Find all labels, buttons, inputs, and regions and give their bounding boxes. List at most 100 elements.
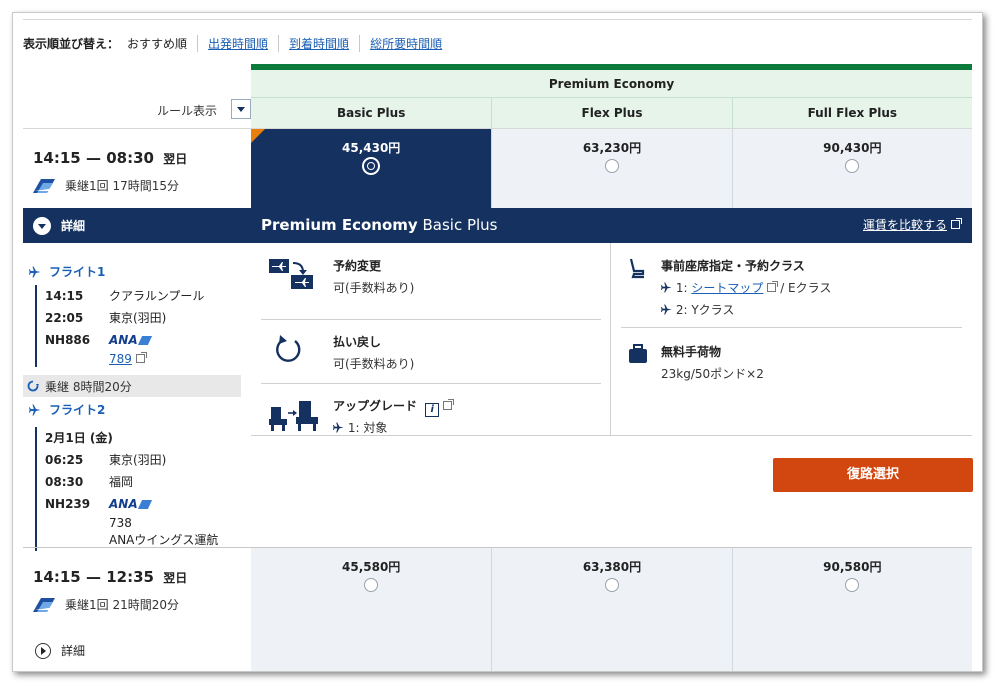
fare-header-basic-plus: Basic Plus xyxy=(336,106,406,120)
rule-display: ルール表示 xyxy=(23,99,251,121)
condition-refund: 払い戻し 可(手数料あり) xyxy=(261,333,601,383)
airplane-icon xyxy=(661,304,672,315)
ana-logo-stripe xyxy=(137,500,152,509)
ana-logo: ANA xyxy=(109,329,152,351)
sort-by-duration-link[interactable]: 総所要時間順 xyxy=(359,34,452,52)
selected-fare-title: Premium Economy Basic Plus xyxy=(261,208,498,243)
fare-radio[interactable] xyxy=(364,578,379,592)
condition-baggage-title: 無料手荷物 xyxy=(661,345,722,359)
details-toggle-label: 詳細 xyxy=(61,644,86,658)
select-return-button[interactable]: 復路選択 xyxy=(773,458,973,492)
sort-by-departure-link[interactable]: 出発時間順 xyxy=(197,34,278,52)
aircraft-link[interactable]: 789 xyxy=(109,351,147,367)
top-divider xyxy=(23,19,972,20)
external-link-icon[interactable] xyxy=(767,281,779,292)
upgrade-seg: 1: xyxy=(347,421,360,435)
condition-divider xyxy=(621,327,962,328)
fare-title-cabin: Premium Economy xyxy=(261,216,418,234)
place: 福岡 xyxy=(109,475,134,489)
seat-seg2: 2: Yクラス xyxy=(675,303,735,317)
segment-2-arrival: 08:30 福岡 xyxy=(45,471,218,493)
price-cell-full-flex-plus[interactable]: 90,580円 xyxy=(731,548,972,671)
time: 08:30 xyxy=(45,475,84,489)
flight-number: NH886 xyxy=(45,333,91,347)
price-cell-flex-plus[interactable]: 63,230円 xyxy=(491,129,732,208)
airline-tail-icon xyxy=(33,178,55,193)
segment-2-body: 2月1日 (金) 06:25 東京(羽田) 08:30 福岡 NH239 ANA… xyxy=(35,427,218,551)
arrive-time: 12:35 xyxy=(106,568,154,586)
place: 東京(羽田) xyxy=(109,311,167,325)
fare-radio-selected[interactable] xyxy=(364,159,379,173)
flight-times-1: 14:15 — 08:30 翌日 xyxy=(33,149,187,167)
flight-times-2: 14:15 — 12:35 翌日 xyxy=(33,568,187,586)
sort-label: 表示順並び替え： xyxy=(23,36,120,51)
price-cell-full-flex-plus[interactable]: 90,430円 xyxy=(731,129,972,208)
fare-header-row: Basic Plus Flex Plus Full Flex Plus xyxy=(251,98,972,128)
arrive-time: 08:30 xyxy=(106,149,154,167)
sort-by-arrival-link[interactable]: 到着時間順 xyxy=(278,34,359,52)
content-area: 表示順並び替え： おすすめ順 出発時間順 到着時間順 総所要時間順 ルール表示 … xyxy=(23,13,973,671)
cabin-header: Premium Economy xyxy=(251,70,972,98)
layover-bar: 乗継 8時間20分 xyxy=(23,375,241,397)
fare-radio[interactable] xyxy=(845,159,860,173)
segment-1-title: フライト1 xyxy=(49,265,106,279)
sort-current: おすすめ順 xyxy=(127,36,188,51)
aircraft-code: 738 xyxy=(109,516,132,530)
external-link-icon[interactable] xyxy=(443,399,455,410)
condition-seat-title: 事前座席指定・予約クラス xyxy=(661,259,805,273)
seat-icon xyxy=(627,257,653,283)
condition-divider xyxy=(261,319,601,320)
price-cell-flex-plus[interactable]: 63,380円 xyxy=(491,548,732,671)
time: 22:05 xyxy=(45,311,84,325)
change-booking-icon xyxy=(269,257,313,293)
fare-title-fare: Basic Plus xyxy=(422,216,498,234)
details-toggle-button-2[interactable]: 詳細 xyxy=(35,642,85,659)
condition-baggage: 無料手荷物 23kg/50ポンド×2 xyxy=(621,343,961,387)
price-cell-basic-plus[interactable]: 45,580円 xyxy=(251,548,492,671)
price-amount: 90,580円 xyxy=(823,560,882,574)
ana-logo: ANA xyxy=(109,493,152,515)
time-dash: — xyxy=(85,149,101,167)
price-amount: 90,430円 xyxy=(823,141,882,155)
seat-map-link[interactable]: シートマップ xyxy=(691,281,763,295)
fare-radio[interactable] xyxy=(604,159,619,173)
fare-conditions: 予約変更 可(手数料あり) 払い戻し 可(手数料あり) アップグレード i 1:… xyxy=(251,243,972,435)
price-cells-1: 45,430円 63,230円 90,430円 xyxy=(251,129,972,208)
fare-conditions-right: 事前座席指定・予約クラス 1: シートマップ / Eクラス 2: Yクラス 無料… xyxy=(611,243,972,435)
flight-info-2: 14:15 — 12:35 翌日 乗継1回 21時間20分 詳細 xyxy=(23,548,251,671)
aircraft-code: 789 xyxy=(109,352,132,366)
flight-row-1: 14:15 — 08:30 翌日 乗継1回 17時間15分 45,430円 63… xyxy=(23,128,972,208)
segment-2-aircraft: 738 xyxy=(45,515,218,531)
time: 14:15 xyxy=(45,289,84,303)
details-toggle-label: 詳細 xyxy=(61,219,86,233)
price-cells-2: 45,580円 63,380円 90,580円 xyxy=(251,548,972,671)
time: 06:25 xyxy=(45,453,84,467)
ana-logo-text: ANA xyxy=(109,497,138,511)
place: 東京(羽田) xyxy=(109,453,167,467)
fare-radio[interactable] xyxy=(845,578,860,592)
ana-logo-stripe xyxy=(137,336,152,345)
connection-summary: 乗継1回 17時間15分 xyxy=(65,179,179,193)
condition-upgrade-text: 1: 対象 xyxy=(333,419,387,436)
price-amount: 45,430円 xyxy=(342,141,401,155)
fare-radio[interactable] xyxy=(604,578,619,592)
details-toggle-button[interactable]: 詳細 xyxy=(23,208,251,243)
compare-fares-link[interactable]: 運賃を比較する xyxy=(863,208,962,243)
sort-bar: 表示順並び替え： おすすめ順 出発時間順 到着時間順 総所要時間順 xyxy=(23,33,452,53)
upgrade-seat-icon xyxy=(269,397,318,433)
condition-upgrade-title: アップグレード i xyxy=(333,397,455,417)
rule-display-dropdown-button[interactable] xyxy=(231,99,251,119)
external-link-icon xyxy=(135,352,147,363)
next-day-label: 翌日 xyxy=(163,571,188,585)
airplane-icon xyxy=(29,266,41,278)
flight-summary-1: 乗継1回 17時間15分 xyxy=(33,177,179,194)
rule-display-label: ルール表示 xyxy=(156,104,217,118)
connection-loop-icon xyxy=(27,380,39,392)
upgrade-status: 対象 xyxy=(363,421,388,435)
info-icon[interactable]: i xyxy=(425,403,440,417)
seat-seg1-prefix: 1: xyxy=(675,281,688,295)
fare-conditions-left: 予約変更 可(手数料あり) 払い戻し 可(手数料あり) アップグレード i 1:… xyxy=(251,243,611,435)
condition-change-title: 予約変更 xyxy=(333,259,382,273)
price-cell-basic-plus-selected[interactable]: 45,430円 xyxy=(251,129,492,208)
refund-icon xyxy=(269,333,313,369)
